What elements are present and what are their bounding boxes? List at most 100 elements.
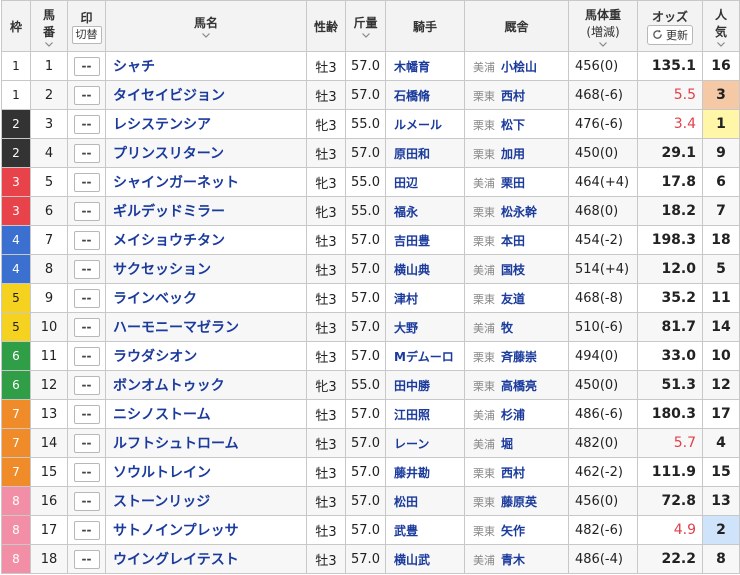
mark-button[interactable]: -- [73, 259, 100, 279]
mark-button[interactable]: -- [73, 404, 100, 424]
horse-name-link[interactable]: ラインベック [105, 283, 307, 313]
horse-name-link[interactable]: ハーモニーマゼラン [105, 312, 307, 342]
table-row[interactable]: 8 16 -- ストーンリッジ 牡3 57.0 松田 栗東 藤原英 456(0) 72.8 13 [1, 486, 740, 516]
waku-cell: 4 [1, 254, 31, 284]
table-row[interactable]: 2 3 -- レシステンシア 牝3 55.0 ルメール 栗東 松下 476(-6) 3.4 1 [1, 109, 740, 139]
horse-name-link[interactable]: メイショウチタン [105, 225, 307, 255]
mark-button[interactable]: -- [73, 346, 100, 366]
table-row[interactable]: 2 4 -- プリンスリターン 牡3 57.0 原田和 栗東 加用 450(0) 29.1 9 [1, 138, 740, 168]
mark-button[interactable]: -- [73, 288, 100, 308]
trainer-link[interactable]: 本田 [501, 234, 525, 248]
jockey-link[interactable]: 原田和 [385, 138, 465, 168]
table-row[interactable]: 7 15 -- ソウルトレイン 牡3 57.0 藤井勘 栗東 西村 462(-2) 111.9 15 [1, 457, 740, 487]
trainer-link[interactable]: 青木 [501, 553, 525, 567]
trainer-link[interactable]: 栗田 [501, 176, 525, 190]
table-row[interactable]: 3 6 -- ギルデッドミラー 牝3 55.0 福永 栗東 松永幹 468(0) 18.2 7 [1, 196, 740, 226]
horse-name-link[interactable]: シャインガーネット [105, 167, 307, 197]
mark-button[interactable]: -- [73, 201, 100, 221]
horse-name-link[interactable]: ニシノストーム [105, 399, 307, 429]
horse-name-link[interactable]: ウイングレイテスト [105, 544, 307, 574]
trainer-link[interactable]: 牧 [501, 321, 513, 335]
horse-name-link[interactable]: ルフトシュトローム [105, 428, 307, 458]
jockey-link[interactable]: 江田照 [385, 399, 465, 429]
jockey-link[interactable]: 武豊 [385, 515, 465, 545]
trainer-link[interactable]: 国枝 [501, 263, 525, 277]
jockey-link[interactable]: 津村 [385, 283, 465, 313]
col-popularity[interactable]: 人 気 [702, 0, 740, 52]
horse-name-link[interactable]: サクセッション [105, 254, 307, 284]
jockey-link[interactable]: 松田 [385, 486, 465, 516]
trainer-link[interactable]: 堀 [501, 437, 513, 451]
mark-button[interactable]: -- [73, 114, 100, 134]
jockey-link[interactable]: ルメール [385, 109, 465, 139]
jockey-link[interactable]: レーン [385, 428, 465, 458]
horse-name-link[interactable]: ボンオムトゥック [105, 370, 307, 400]
trainer-link[interactable]: 杉浦 [501, 408, 525, 422]
table-row[interactable]: 4 7 -- メイショウチタン 牡3 57.0 吉田豊 栗東 本田 454(-2) 198.3 18 [1, 225, 740, 255]
trainer-link[interactable]: 松下 [501, 118, 525, 132]
table-row[interactable]: 8 17 -- サトノインプレッサ 牡3 57.0 武豊 栗東 矢作 482(-6) 4.9 2 [1, 515, 740, 545]
mark-button[interactable]: -- [73, 230, 100, 250]
table-row[interactable]: 7 14 -- ルフトシュトローム 牡3 57.0 レーン 美浦堀 482(0) 5.7 4 [1, 428, 740, 458]
horse-name-link[interactable]: シャチ [105, 51, 307, 81]
table-row[interactable]: 4 8 -- サクセッション 牡3 57.0 横山典 美浦 国枝 514(+4) 12.0 5 [1, 254, 740, 284]
trainer-link[interactable]: 藤原英 [501, 495, 537, 509]
table-row[interactable]: 1 1 -- シャチ 牡3 57.0 木幡育 美浦 小桧山 456(0) 135.1 16 [1, 51, 740, 81]
jockey-link[interactable]: 福永 [385, 196, 465, 226]
trainer-link[interactable]: 斉藤崇 [501, 350, 537, 364]
mark-button[interactable]: -- [73, 433, 100, 453]
jockey-link[interactable]: 大野 [385, 312, 465, 342]
horse-name-link[interactable]: ソウルトレイン [105, 457, 307, 487]
mark-button[interactable]: -- [73, 143, 100, 163]
table-row[interactable]: 3 5 -- シャインガーネット 牝3 55.0 田辺 美浦 栗田 464(+4) 17.8 6 [1, 167, 740, 197]
stable-cell: 栗東 松永幹 [464, 196, 569, 226]
horse-name-link[interactable]: レシステンシア [105, 109, 307, 139]
trainer-link[interactable]: 西村 [501, 89, 525, 103]
mark-toggle-button[interactable]: 切替 [71, 25, 102, 44]
mark-button[interactable]: -- [73, 172, 100, 192]
trainer-link[interactable]: 加用 [501, 147, 525, 161]
mark-button[interactable]: -- [73, 462, 100, 482]
mark-button[interactable]: -- [73, 56, 100, 76]
mark-button[interactable]: -- [73, 85, 100, 105]
horse-name-link[interactable]: サトノインプレッサ [105, 515, 307, 545]
jockey-link[interactable]: 木幡育 [385, 51, 465, 81]
jockey-link[interactable]: 田中勝 [385, 370, 465, 400]
table-row[interactable]: 5 9 -- ラインベック 牡3 57.0 津村 栗東 友道 468(-8) 35.2 11 [1, 283, 740, 313]
trainer-link[interactable]: 松永幹 [501, 205, 537, 219]
refresh-odds-button[interactable]: 更新 [647, 24, 693, 45]
trainer-link[interactable]: 友道 [501, 292, 525, 306]
trainer-link[interactable]: 西村 [501, 466, 525, 480]
table-row[interactable]: 1 2 -- タイセイビジョン 牡3 57.0 石橋脩 栗東 西村 468(-6) 5.5 3 [1, 80, 740, 110]
mark-button[interactable]: -- [73, 520, 100, 540]
col-body-weight[interactable]: 馬体重 (増減) [568, 0, 638, 52]
horse-name-link[interactable]: ラウダシオン [105, 341, 307, 371]
horse-name-link[interactable]: ストーンリッジ [105, 486, 307, 516]
mark-button[interactable]: -- [73, 317, 100, 337]
table-row[interactable]: 8 18 -- ウイングレイテスト 牡3 57.0 横山武 美浦 青木 486(-4) 22.2 8 [1, 544, 740, 574]
table-row[interactable]: 6 12 -- ボンオムトゥック 牝3 55.0 田中勝 栗東 高橋亮 450(0) 51.3 12 [1, 370, 740, 400]
jockey-link[interactable]: 横山典 [385, 254, 465, 284]
jockey-link[interactable]: 藤井勘 [385, 457, 465, 487]
mark-button[interactable]: -- [73, 491, 100, 511]
trainer-link[interactable]: 矢作 [501, 524, 525, 538]
popularity-cell: 8 [702, 544, 740, 574]
mark-button[interactable]: -- [73, 375, 100, 395]
trainer-link[interactable]: 小桧山 [501, 60, 537, 74]
col-umaban[interactable]: 馬 番 [30, 0, 68, 52]
jockey-link[interactable]: Mデムーロ [385, 341, 465, 371]
jockey-link[interactable]: 田辺 [385, 167, 465, 197]
table-row[interactable]: 5 10 -- ハーモニーマゼラン 牡3 57.0 大野 美浦牧 510(-6) 81.7 14 [1, 312, 740, 342]
trainer-link[interactable]: 高橋亮 [501, 379, 537, 393]
mark-button[interactable]: -- [73, 549, 100, 569]
horse-name-link[interactable]: タイセイビジョン [105, 80, 307, 110]
table-row[interactable]: 7 13 -- ニシノストーム 牡3 57.0 江田照 美浦 杉浦 486(-6) 180.3 17 [1, 399, 740, 429]
jockey-link[interactable]: 吉田豊 [385, 225, 465, 255]
col-weight[interactable]: 斤量 [345, 0, 386, 52]
horse-name-link[interactable]: ギルデッドミラー [105, 196, 307, 226]
table-row[interactable]: 6 11 -- ラウダシオン 牡3 57.0 Mデムーロ 栗東 斉藤崇 494(0) 33.0 10 [1, 341, 740, 371]
col-horse-name[interactable]: 馬名 [105, 0, 307, 52]
jockey-link[interactable]: 石橋脩 [385, 80, 465, 110]
horse-name-link[interactable]: プリンスリターン [105, 138, 307, 168]
jockey-link[interactable]: 横山武 [385, 544, 465, 574]
